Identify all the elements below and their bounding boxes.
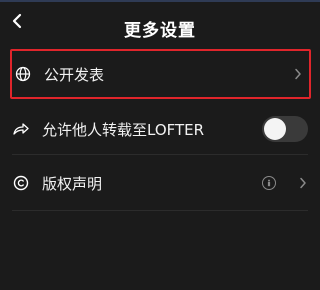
copyright-icon [12,174,30,192]
settings-item-label: 允许他人转载至LOFTER [42,120,205,139]
settings-item-allow-repost: 允许他人转载至LOFTER [12,104,308,154]
globe-icon [14,65,32,83]
divider [12,154,308,155]
settings-item-label: 版权声明 [42,174,103,193]
page-title: 更多设置 [124,21,196,41]
settings-item-label: 公开发表 [44,65,105,84]
chevron-right-icon [293,67,303,81]
divider [12,210,308,211]
settings-item-copyright[interactable]: 版权声明 [12,160,308,206]
nav-header: 更多设置 [0,2,320,48]
creative-commons-attribution-icon [262,176,276,190]
settings-item-public-post[interactable]: 公开发表 [10,49,311,99]
share-arrow-icon [12,120,30,138]
toggle-knob [264,118,286,140]
allow-repost-toggle[interactable] [262,116,308,142]
chevron-right-icon [298,176,308,190]
